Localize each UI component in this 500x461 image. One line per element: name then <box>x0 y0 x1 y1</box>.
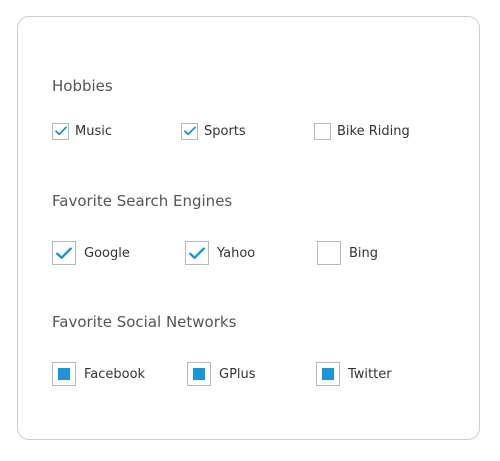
checkbox-twitter[interactable]: Twitter <box>316 358 392 390</box>
gplus-checkbox[interactable] <box>187 362 211 386</box>
music-checkbox[interactable] <box>52 122 69 140</box>
yahoo-checkbox[interactable] <box>185 241 209 265</box>
options-card: Hobbies Music Sports Bike Riding Favorit… <box>17 16 480 440</box>
gplus-label: GPlus <box>219 366 256 382</box>
check-icon <box>189 246 205 259</box>
google-label: Google <box>84 245 130 261</box>
filled-square-indicator <box>193 368 205 380</box>
twitter-checkbox[interactable] <box>316 362 340 386</box>
bing-checkbox[interactable] <box>317 241 341 265</box>
bike-riding-label: Bike Riding <box>337 123 410 139</box>
filled-square-indicator <box>322 368 334 380</box>
check-icon <box>54 126 67 136</box>
bike-riding-checkbox[interactable] <box>314 122 331 140</box>
checkbox-sports[interactable]: Sports <box>181 115 246 147</box>
music-label: Music <box>75 123 112 139</box>
twitter-label: Twitter <box>348 366 392 382</box>
search-engines-title: Favorite Search Engines <box>52 192 233 210</box>
checkbox-gplus[interactable]: GPlus <box>187 358 256 390</box>
social-networks-title: Favorite Social Networks <box>52 313 237 331</box>
checkbox-facebook[interactable]: Facebook <box>52 358 145 390</box>
checkbox-google[interactable]: Google <box>52 237 130 269</box>
facebook-checkbox[interactable] <box>52 362 76 386</box>
sports-label: Sports <box>204 123 246 139</box>
search-engines-options: Google Yahoo Bing <box>18 237 479 269</box>
checkbox-music[interactable]: Music <box>52 115 112 147</box>
checkbox-yahoo[interactable]: Yahoo <box>185 237 255 269</box>
check-icon <box>56 246 72 259</box>
yahoo-label: Yahoo <box>217 245 256 261</box>
checkbox-bing[interactable]: Bing <box>317 237 378 269</box>
sports-checkbox[interactable] <box>181 122 198 140</box>
facebook-label: Facebook <box>84 366 146 382</box>
google-checkbox[interactable] <box>52 241 76 265</box>
check-icon <box>183 126 196 136</box>
social-networks-options: Facebook GPlus Twitter <box>18 358 479 390</box>
checkbox-bike-riding[interactable]: Bike Riding <box>314 115 410 147</box>
bing-label: Bing <box>349 245 379 261</box>
filled-square-indicator <box>58 368 70 380</box>
hobbies-title: Hobbies <box>52 77 113 95</box>
hobbies-options: Music Sports Bike Riding <box>18 115 479 147</box>
